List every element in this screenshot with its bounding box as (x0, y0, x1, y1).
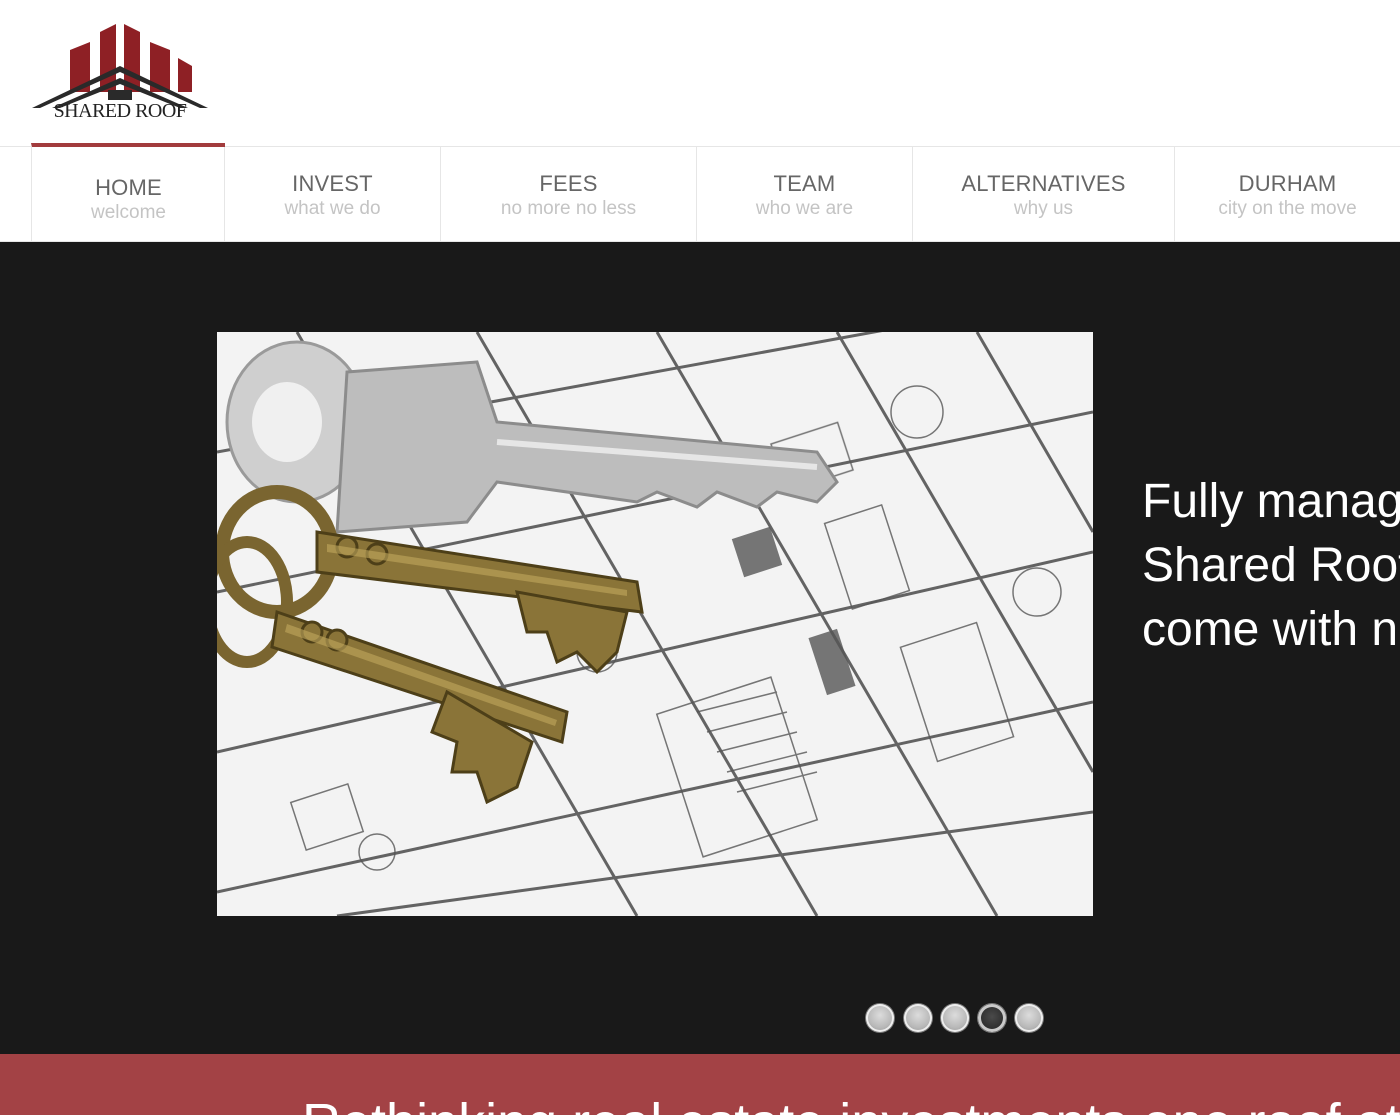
shared-roof-logo[interactable]: SHARED ROOF (30, 20, 210, 128)
nav-title: INVEST (292, 171, 373, 196)
nav-title: FEES (539, 171, 598, 196)
caption-line: Fully manag (1142, 475, 1400, 528)
tagline-text: Rethinking real estate investments one r… (302, 1092, 1400, 1115)
logo-text: SHARED ROOF (53, 100, 187, 122)
caption-line: Shared Roof (1142, 539, 1400, 592)
nav-subtitle: city on the move (1218, 198, 1357, 219)
nav-title: TEAM (773, 171, 836, 196)
slide-caption: Fully manag Shared Roof come with n (1142, 470, 1400, 662)
caption-line: come with n (1142, 603, 1399, 656)
slider-dot[interactable] (1015, 1004, 1043, 1032)
site-header: SHARED ROOF (0, 0, 1400, 146)
tagline-banner: Rethinking real estate investments one r… (0, 1054, 1400, 1115)
nav-subtitle: what we do (284, 198, 381, 219)
slider-dot[interactable] (866, 1004, 894, 1032)
slider-dot-active[interactable] (978, 1004, 1006, 1032)
nav-item-durham[interactable]: DURHAM city on the move (1174, 147, 1400, 242)
nav-subtitle: why us (1013, 198, 1074, 219)
nav-title: DURHAM (1238, 171, 1337, 196)
main-navigation: HOME welcome INVEST what we do FEES no m… (0, 143, 1400, 242)
nav-subtitle: no more no less (500, 198, 637, 219)
hero-slider: Fully manag Shared Roof come with n (0, 242, 1400, 1054)
nav-subtitle: who we are (755, 198, 854, 219)
nav-item-invest[interactable]: INVEST what we do (224, 147, 440, 242)
nav-item-home[interactable]: HOME welcome (31, 143, 225, 242)
nav-item-team[interactable]: TEAM who we are (696, 147, 912, 242)
nav-title: HOME (95, 175, 162, 200)
logo-roof-icon (32, 24, 208, 108)
slider-dot[interactable] (904, 1004, 932, 1032)
nav-title: ALTERNATIVES (961, 171, 1126, 196)
keys-on-floor-plan-image (217, 332, 1093, 916)
nav-item-fees[interactable]: FEES no more no less (440, 147, 696, 242)
nav-subtitle: welcome (91, 202, 166, 223)
slider-dot[interactable] (941, 1004, 969, 1032)
nav-item-alternatives[interactable]: ALTERNATIVES why us (912, 147, 1174, 242)
